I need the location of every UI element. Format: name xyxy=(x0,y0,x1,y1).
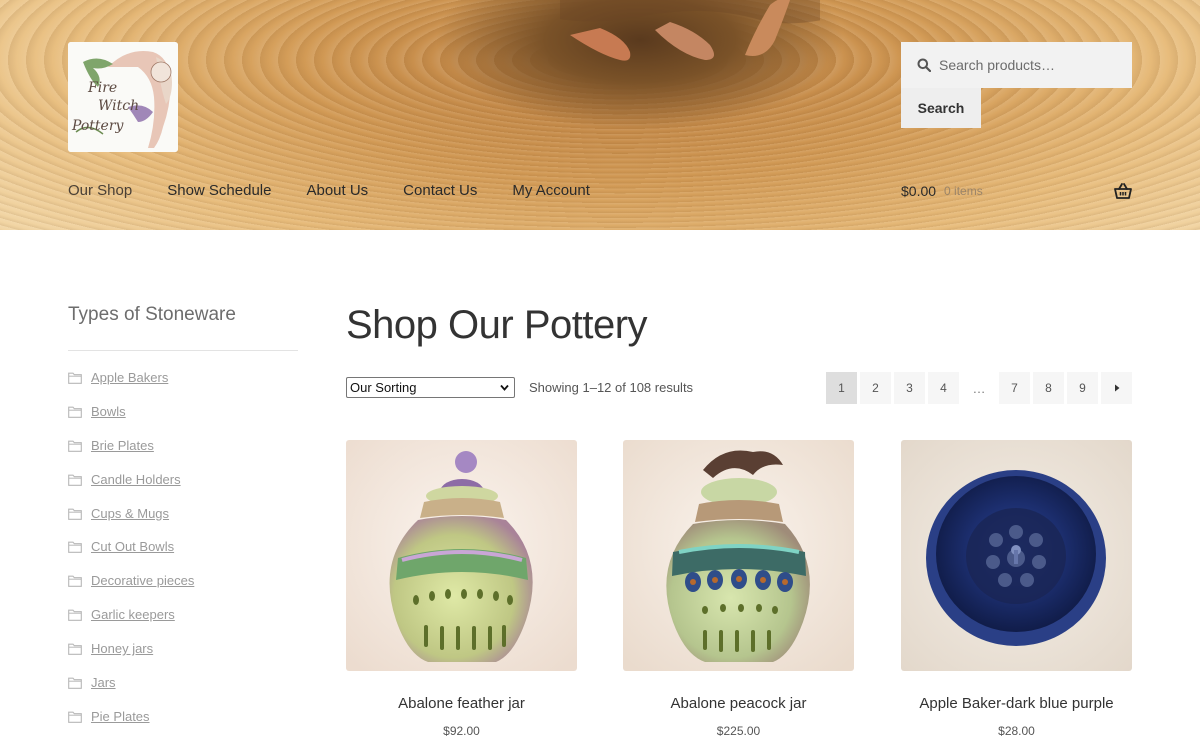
page-3[interactable]: 3 xyxy=(894,372,925,404)
category-item: Apple Bakers xyxy=(68,369,298,403)
page-ellipsis: … xyxy=(972,380,986,396)
logo-text-pottery: Pottery xyxy=(71,118,125,134)
product-card[interactable]: Apple Baker-dark blue purple $28.00 xyxy=(901,440,1132,738)
arrow-right-icon xyxy=(1114,384,1119,392)
category-link[interactable]: Honey jars xyxy=(91,640,153,658)
folder-icon xyxy=(68,372,82,384)
next-page-button[interactable] xyxy=(1101,372,1132,404)
nav-contact-us[interactable]: Contact Us xyxy=(403,180,477,202)
product-image[interactable] xyxy=(901,440,1132,671)
logo-text-witch: Witch xyxy=(98,98,139,114)
category-link[interactable]: Jars xyxy=(91,674,116,692)
chevron-down-icon xyxy=(500,384,509,391)
category-item: Cups & Mugs xyxy=(68,505,298,539)
search-input[interactable] xyxy=(939,57,1119,73)
product-image[interactable] xyxy=(346,440,577,671)
category-item: Brie Plates xyxy=(68,437,298,471)
folder-icon xyxy=(68,643,82,655)
page-9[interactable]: 9 xyxy=(1067,372,1098,404)
folder-icon xyxy=(68,711,82,723)
page-1[interactable]: 1 xyxy=(826,372,857,404)
category-link[interactable]: Pie Plates xyxy=(91,708,150,726)
category-link[interactable]: Bowls xyxy=(91,403,126,421)
category-link[interactable]: Candle Holders xyxy=(91,471,181,489)
folder-icon xyxy=(68,575,82,588)
shopping-basket-icon[interactable] xyxy=(1114,182,1132,200)
category-item: Decorative pieces xyxy=(68,572,298,606)
cart-amount: $0.00 xyxy=(901,183,937,199)
shop-main: Shop Our Pottery Our Sorting Showing 1–1… xyxy=(346,300,1132,738)
folder-icon xyxy=(68,440,82,452)
folder-icon xyxy=(68,508,82,520)
product-name[interactable]: Abalone peacock jar xyxy=(623,695,854,712)
category-item: Garlic keepers xyxy=(68,606,298,640)
category-item: Bowls xyxy=(68,403,298,437)
page-title: Shop Our Pottery xyxy=(346,303,648,347)
product-card[interactable]: Abalone peacock jar $225.00 xyxy=(623,440,854,738)
pagination: 1 2 3 4 … 7 8 9 xyxy=(823,372,1132,404)
product-image[interactable] xyxy=(623,440,854,671)
site-header: Fire Witch Pottery Search Our Shop Show … xyxy=(0,0,1200,230)
product-name[interactable]: Abalone feather jar xyxy=(346,695,577,712)
category-item: Cut Out Bowls xyxy=(68,538,298,572)
category-link[interactable]: Decorative pieces xyxy=(91,572,194,590)
category-item: Jars xyxy=(68,674,298,708)
product-grid: Abalone feather jar $92.00 Abalone peaco… xyxy=(346,440,1132,740)
page-2[interactable]: 2 xyxy=(860,372,891,404)
folder-icon xyxy=(68,677,82,689)
page-7[interactable]: 7 xyxy=(999,372,1030,404)
nav-our-shop[interactable]: Our Shop xyxy=(68,180,132,202)
product-price: $28.00 xyxy=(998,724,1035,738)
sorting-dropdown[interactable]: Our Sorting xyxy=(346,377,515,398)
sidebar-divider xyxy=(68,350,298,351)
category-link[interactable]: Brie Plates xyxy=(91,437,154,455)
category-sidebar: Types of Stoneware Apple Bakers Bowls Brie… xyxy=(68,300,298,740)
category-link[interactable]: Garlic keepers xyxy=(91,606,175,624)
folder-icon xyxy=(68,474,82,486)
header-background-image xyxy=(560,0,820,61)
product-search-field[interactable] xyxy=(901,42,1132,88)
category-list: Apple Bakers Bowls Brie Plates Candle Holde… xyxy=(68,369,298,740)
category-item: Pie Plates xyxy=(68,708,298,740)
page-4[interactable]: 4 xyxy=(928,372,959,404)
nav-about-us[interactable]: About Us xyxy=(306,180,368,202)
category-link[interactable]: Cups & Mugs xyxy=(91,505,169,523)
product-price: $225.00 xyxy=(716,724,761,738)
category-item: Candle Holders xyxy=(68,471,298,505)
search-button[interactable]: Search xyxy=(901,88,981,128)
folder-icon xyxy=(68,406,82,418)
product-card[interactable]: Abalone feather jar $92.00 xyxy=(346,440,577,738)
nav-my-account[interactable]: My Account xyxy=(512,180,590,202)
sidebar-title: Types of Stoneware xyxy=(68,304,236,325)
primary-nav: Our Shop Show Schedule About Us Contact … xyxy=(68,180,625,202)
category-link[interactable]: Apple Bakers xyxy=(91,369,168,387)
logo-image: Fire Witch Pottery xyxy=(68,42,178,152)
shop-toolbar: Our Sorting Showing 1–12 of 108 results … xyxy=(346,372,1132,404)
category-link[interactable]: Cut Out Bowls xyxy=(91,538,174,556)
result-count: Showing 1–12 of 108 results xyxy=(529,380,694,395)
mini-cart[interactable]: $0.00 0 items xyxy=(901,180,1132,202)
nav-show-schedule[interactable]: Show Schedule xyxy=(167,180,271,202)
folder-icon xyxy=(68,542,82,554)
cart-count: 0 items xyxy=(944,184,983,198)
folder-icon xyxy=(68,609,82,622)
search-icon xyxy=(917,58,931,72)
logo-text-fire: Fire xyxy=(87,80,117,96)
product-price: $92.00 xyxy=(443,724,480,738)
page-8[interactable]: 8 xyxy=(1033,372,1064,404)
category-item: Honey jars xyxy=(68,640,298,674)
site-logo[interactable]: Fire Witch Pottery xyxy=(68,42,178,152)
product-name[interactable]: Apple Baker-dark blue purple xyxy=(901,695,1132,712)
sorting-selected-value: Our Sorting xyxy=(350,380,417,395)
